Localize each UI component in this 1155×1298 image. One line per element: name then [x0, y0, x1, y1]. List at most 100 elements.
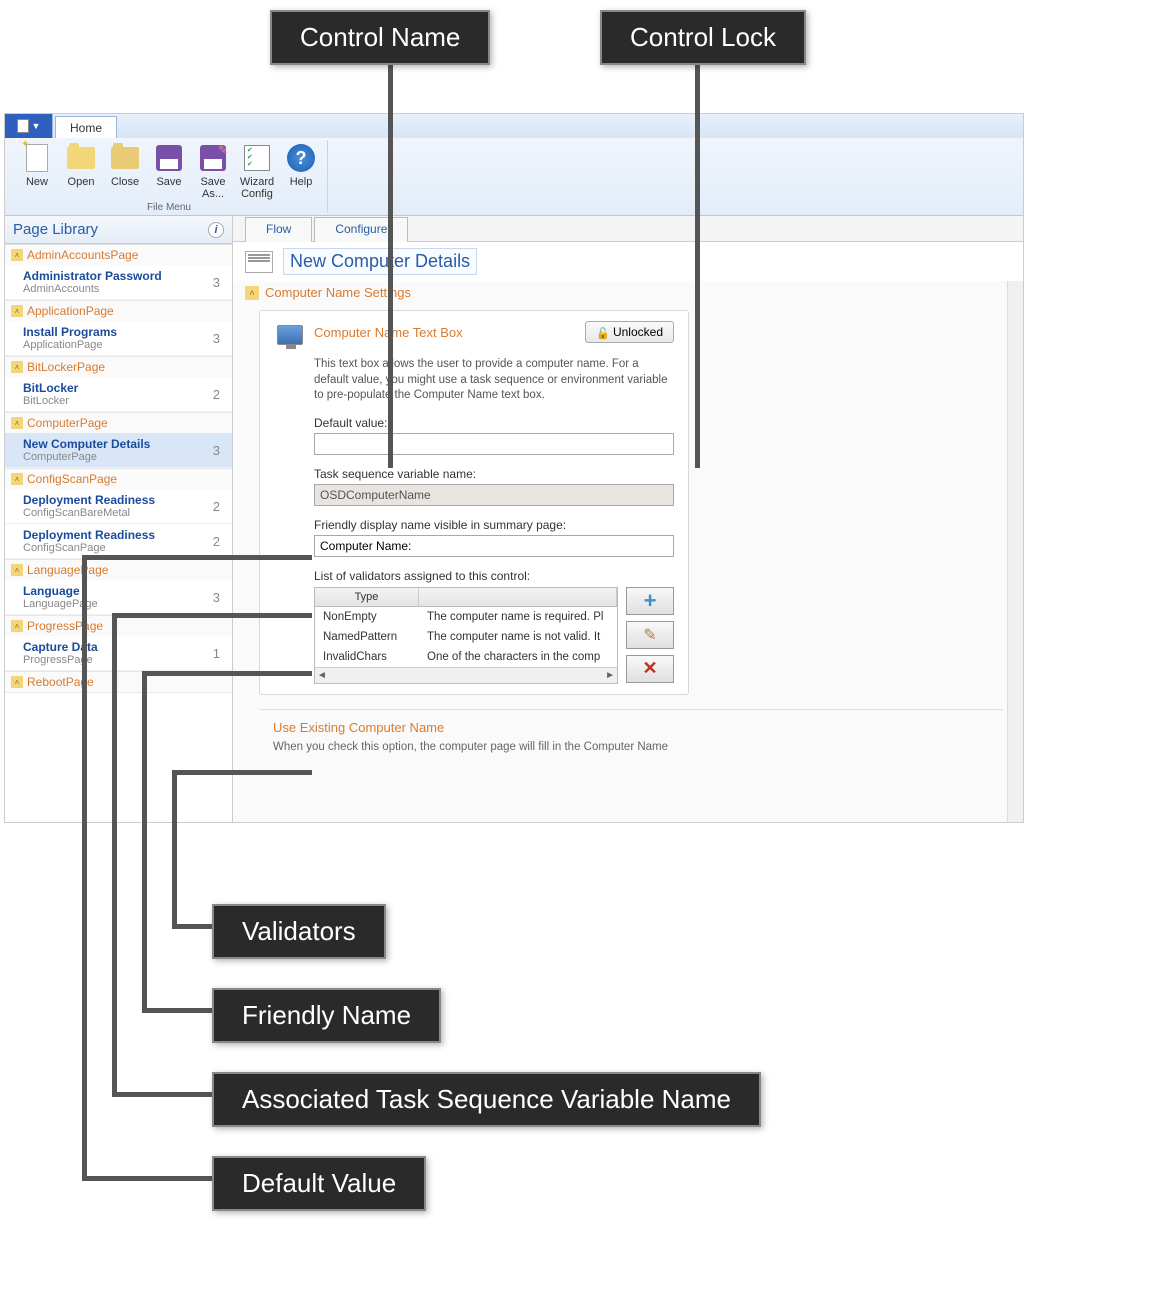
tab-configure[interactable]: Configure	[314, 217, 408, 242]
section-name: ApplicationPage	[27, 304, 114, 318]
sidebar-section-header[interactable]: ˄ConfigScanPage	[5, 469, 232, 489]
chevron-up-icon: ˄	[11, 417, 23, 429]
info-icon[interactable]: i	[208, 222, 224, 238]
tab-home[interactable]: Home	[55, 116, 117, 138]
main-area: Page Library i ˄AdminAccountsPageAdminis…	[5, 216, 1023, 822]
callout-line	[172, 770, 312, 775]
callout-line	[172, 924, 212, 929]
validators-col-msg[interactable]	[419, 588, 617, 606]
sidebar-section-header[interactable]: ˄ ComputerPage	[5, 413, 232, 433]
callout-line	[142, 1008, 212, 1013]
validator-row[interactable]: NamedPatternThe computer name is not val…	[315, 627, 617, 647]
section-header[interactable]: ˄ Computer Name Settings	[245, 281, 1003, 304]
item-title: Deployment Readiness	[23, 493, 155, 507]
sidebar-item[interactable]: BitLockerBitLocker2	[5, 377, 232, 412]
validators-table[interactable]: Type NonEmptyThe computer name is requir…	[314, 587, 618, 684]
next-section-text: When you check this option, the computer…	[273, 741, 989, 753]
item-count: 2	[213, 534, 224, 549]
tab-flow[interactable]: Flow	[245, 217, 312, 242]
callout-line	[112, 1092, 212, 1097]
item-title: Administrator Password	[23, 269, 162, 283]
ribbon-group-label: File Menu	[147, 202, 191, 215]
sidebar-item[interactable]: Deployment ReadinessConfigScanBareMetal 2	[5, 489, 232, 524]
new-button[interactable]: New	[15, 140, 59, 202]
callout-line	[142, 671, 312, 676]
validator-type: NamedPattern	[315, 629, 419, 645]
validators-label: List of validators assigned to this cont…	[314, 569, 674, 583]
add-validator-button[interactable]: +	[626, 587, 674, 615]
section-name: BitLockerPage	[27, 360, 105, 374]
sidebar-item[interactable]: Install ProgramsApplicationPage3	[5, 321, 232, 356]
close-button[interactable]: Close	[103, 140, 147, 202]
item-subtitle: AdminAccounts	[23, 283, 162, 295]
save-as-button[interactable]: Save As...	[191, 140, 235, 202]
validators-section: List of validators assigned to this cont…	[314, 569, 674, 684]
open-button[interactable]: Open	[59, 140, 103, 202]
lock-toggle-button[interactable]: Unlocked	[585, 321, 674, 343]
sidebar-item[interactable]: New Computer DetailsComputerPage3	[5, 433, 232, 468]
sidebar: Page Library i ˄AdminAccountsPageAdminis…	[5, 216, 233, 822]
folder-icon	[67, 147, 95, 169]
item-subtitle: ConfigScanBareMetal	[23, 507, 155, 519]
control-description: This text box allows the user to provide…	[314, 357, 674, 404]
section-name: ComputerPage	[27, 416, 108, 430]
validator-row[interactable]: NonEmptyThe computer name is required. P…	[315, 607, 617, 627]
right-panel: Flow Configure New Computer Details ˄ Co…	[233, 216, 1023, 822]
sidebar-section-header[interactable]: ˄ BitLockerPage	[5, 357, 232, 377]
sidebar-item[interactable]: Capture DataProgressPage1	[5, 636, 232, 671]
file-menu-button[interactable]: ▼	[5, 114, 53, 138]
help-button[interactable]: ? Help	[279, 140, 323, 202]
sidebar-section: ˄AdminAccountsPageAdministrator Password…	[5, 245, 232, 301]
default-value-field: Default value:	[314, 416, 674, 455]
item-count: 2	[213, 499, 224, 514]
item-count: 2	[213, 387, 224, 402]
pencil-icon: ✎	[643, 625, 656, 645]
ts-variable-input[interactable]	[314, 484, 674, 506]
item-subtitle: ConfigScanPage	[23, 542, 155, 554]
callout-default-value: Default Value	[212, 1156, 426, 1211]
sidebar-section-header[interactable]: ˄AdminAccountsPage	[5, 245, 232, 265]
chevron-up-icon: ˄	[11, 473, 23, 485]
sidebar-list[interactable]: ˄AdminAccountsPageAdministrator Password…	[5, 244, 232, 822]
callout-friendly-name: Friendly Name	[212, 988, 441, 1043]
horizontal-scrollbar[interactable]: ◄►	[315, 667, 617, 683]
sidebar-section-header[interactable]: ˄LanguagePage	[5, 560, 232, 580]
edit-validator-button[interactable]: ✎	[626, 621, 674, 649]
vertical-scrollbar[interactable]	[1007, 281, 1023, 822]
callout-line	[112, 613, 117, 1096]
sidebar-section-header[interactable]: ˄ApplicationPage	[5, 301, 232, 321]
validator-type: InvalidChars	[315, 649, 419, 665]
default-value-input[interactable]	[314, 433, 674, 455]
wizard-config-button[interactable]: Wizard Config	[235, 140, 279, 202]
friendly-name-input[interactable]	[314, 535, 674, 557]
sidebar-item[interactable]: Administrator PasswordAdminAccounts3	[5, 265, 232, 300]
sidebar-section-header[interactable]: ˄ ProgressPage	[5, 616, 232, 636]
section-name: ProgressPage	[27, 619, 103, 633]
validator-message: The computer name is required. Pl	[419, 609, 617, 625]
x-icon: ✕	[642, 658, 657, 679]
field-label: Default value:	[314, 416, 674, 430]
callout-line	[172, 770, 177, 928]
item-title: BitLocker	[23, 381, 78, 395]
chevron-up-icon: ˄	[11, 249, 23, 261]
callout-control-name: Control Name	[270, 10, 490, 65]
callout-line	[695, 58, 700, 468]
chevron-up-icon: ˄	[11, 620, 23, 632]
validator-message: The computer name is not valid. It	[419, 629, 617, 645]
sidebar-item[interactable]: LanguageLanguagePage3	[5, 580, 232, 615]
delete-validator-button[interactable]: ✕	[626, 655, 674, 683]
item-count: 3	[213, 331, 224, 346]
page-title: New Computer Details	[283, 248, 477, 275]
sidebar-section: ˄LanguagePageLanguageLanguagePage3	[5, 560, 232, 616]
item-subtitle: ApplicationPage	[23, 339, 117, 351]
item-count: 1	[213, 646, 224, 661]
save-button[interactable]: Save	[147, 140, 191, 202]
item-subtitle: ComputerPage	[23, 451, 150, 463]
chevron-up-icon: ˄	[11, 676, 23, 688]
chevron-up-icon: ˄	[11, 361, 23, 373]
validator-row[interactable]: InvalidCharsOne of the characters in the…	[315, 647, 617, 667]
save-icon	[156, 145, 182, 171]
validators-col-type[interactable]: Type	[315, 588, 419, 606]
sidebar-item[interactable]: Deployment ReadinessConfigScanPage2	[5, 524, 232, 559]
document-icon	[17, 119, 29, 133]
